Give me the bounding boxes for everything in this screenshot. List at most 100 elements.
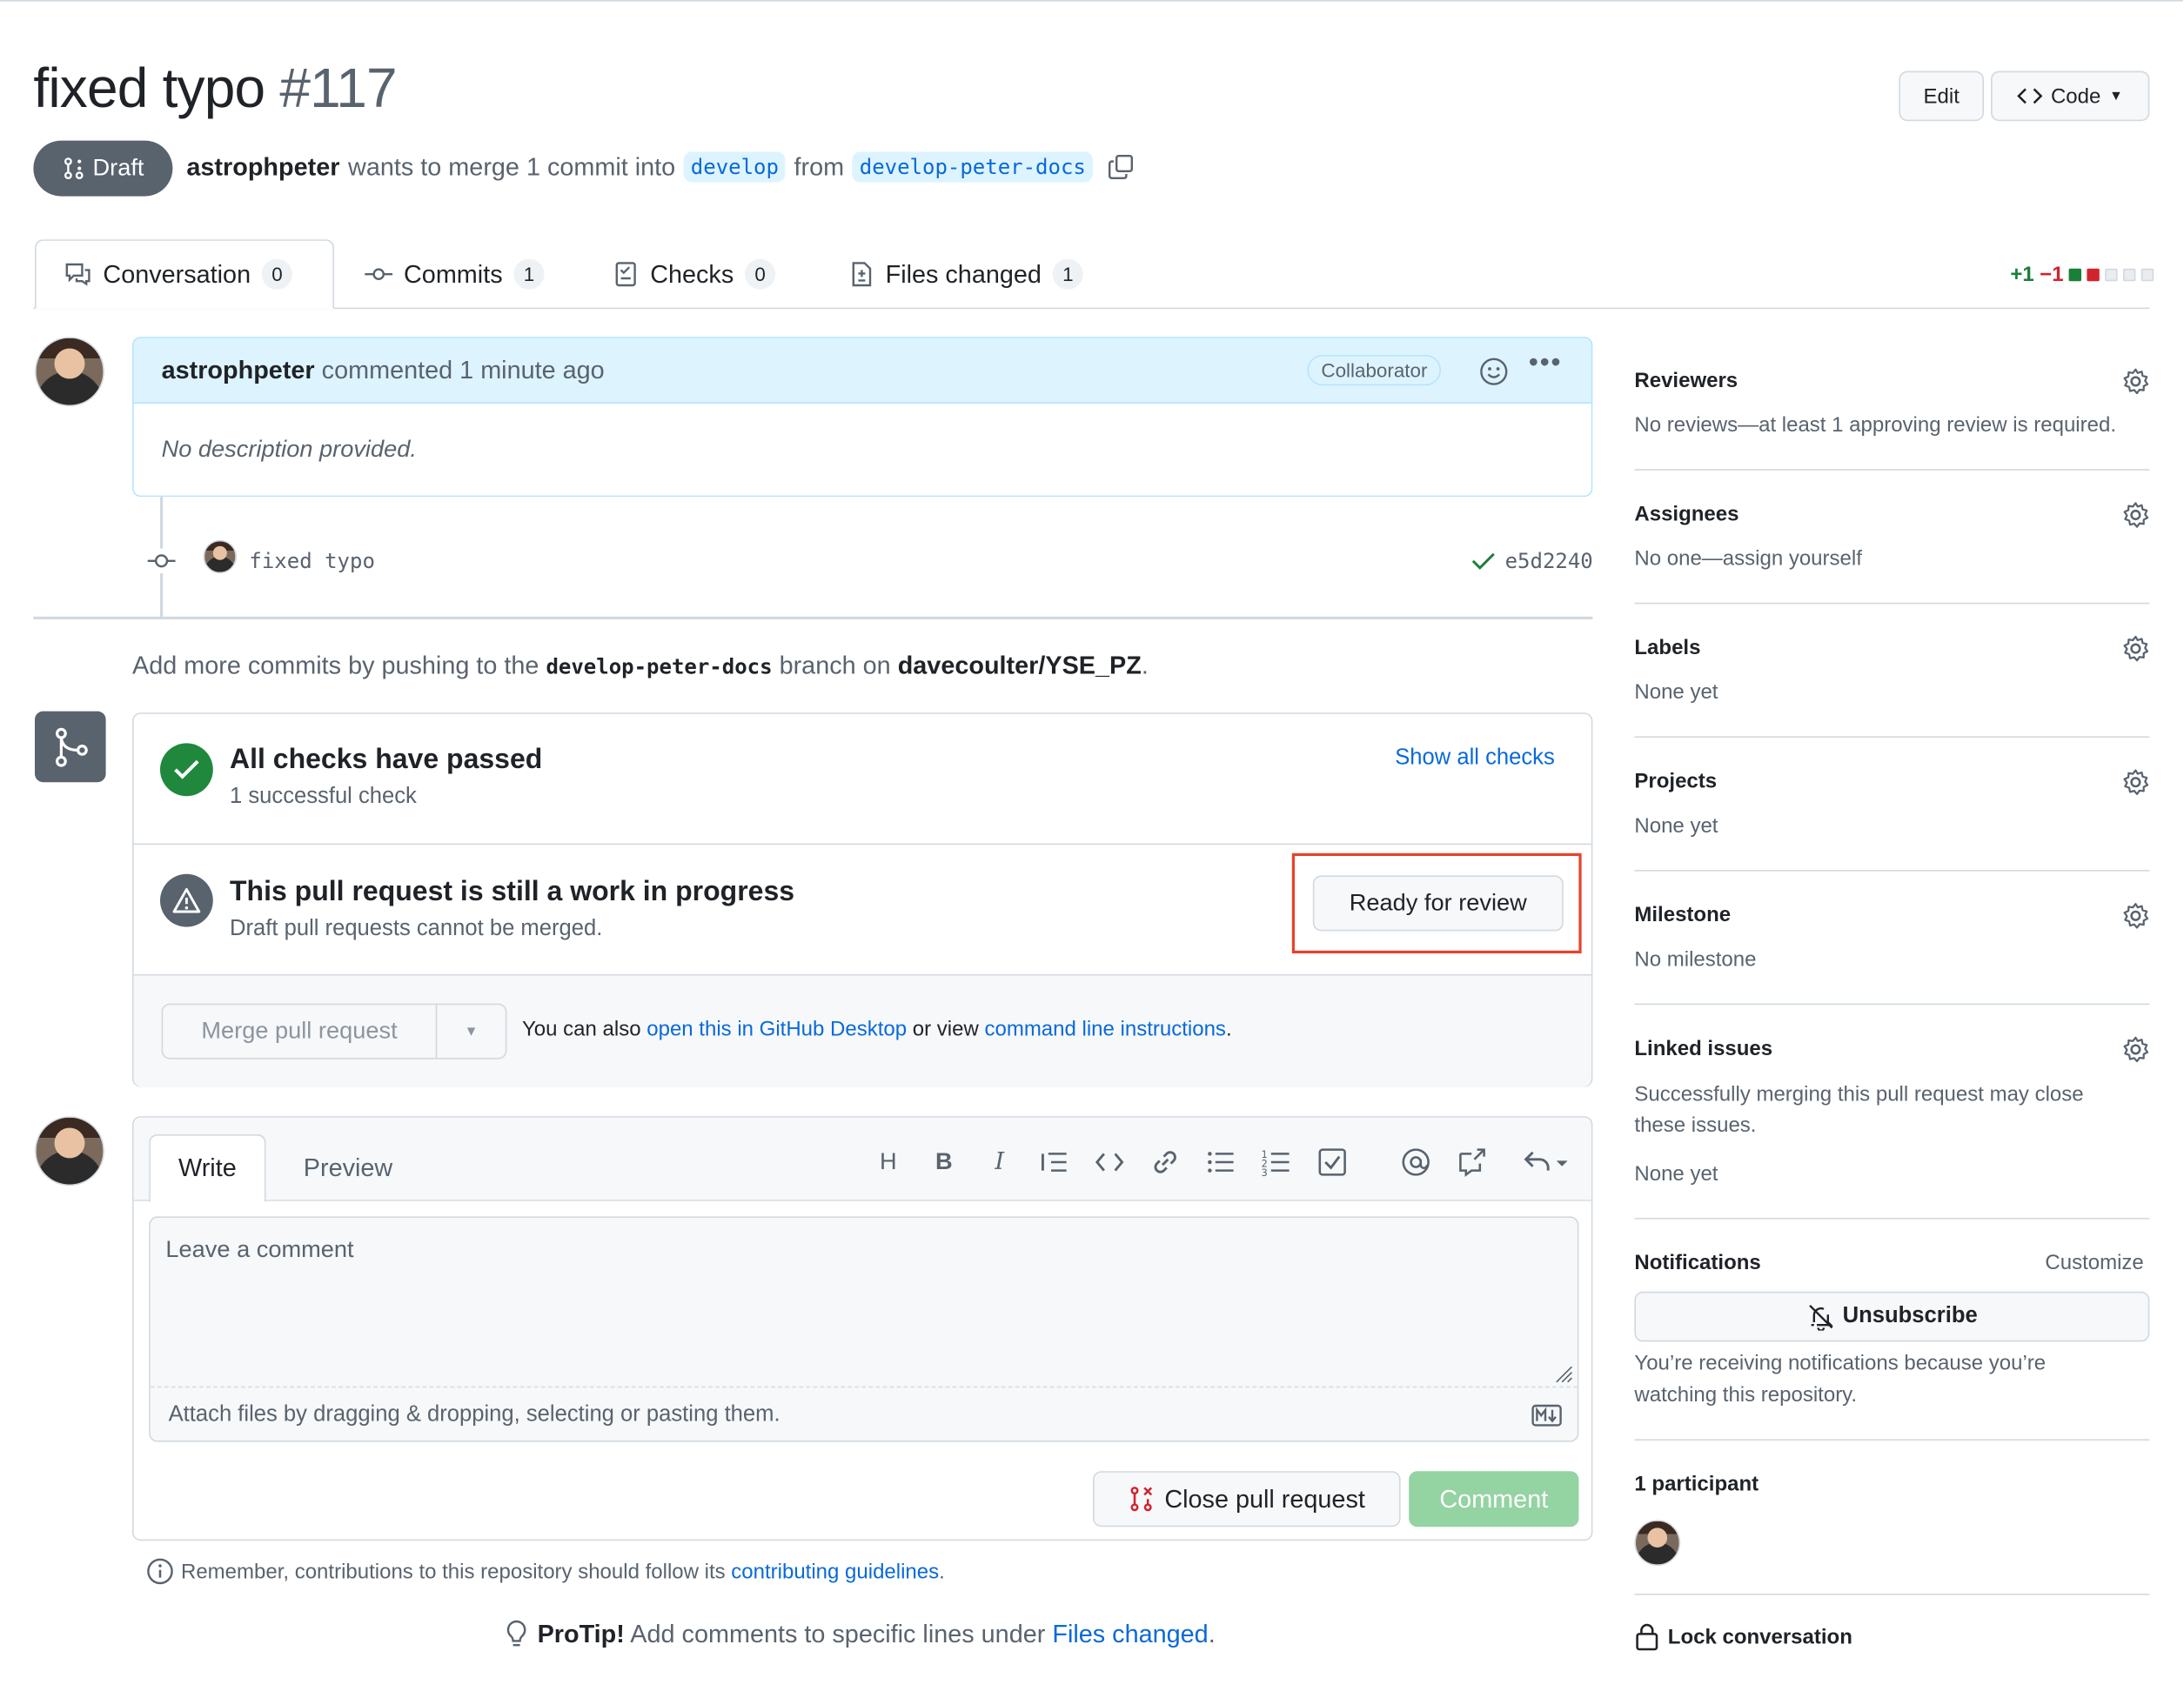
github-desktop-link[interactable]: open this in GitHub Desktop — [646, 1018, 907, 1041]
diffstat-square — [2087, 268, 2100, 282]
merge-options-dropdown[interactable]: ▼ — [435, 1003, 507, 1060]
comment-meta: astrophpeter commented 1 minute ago — [162, 357, 605, 386]
projects-title: Projects — [1634, 769, 1718, 793]
comment-time[interactable]: 1 minute ago — [459, 357, 605, 384]
customize-link[interactable]: Customize — [2045, 1251, 2143, 1274]
tab-write[interactable]: Write — [149, 1134, 266, 1203]
gear-icon[interactable] — [2121, 501, 2149, 529]
head-branch[interactable]: develop-peter-docs — [852, 151, 1093, 183]
comment-button[interactable]: Comment — [1409, 1471, 1579, 1528]
gear-icon[interactable] — [2121, 1035, 2149, 1063]
markdown-icon[interactable] — [1531, 1404, 1562, 1427]
push-hint-repo[interactable]: davecoulter/YSE_PZ — [898, 652, 1142, 679]
sidebar-divider — [1634, 1594, 2150, 1595]
push-hint: Add more commits by pushing to the devel… — [132, 652, 1149, 681]
tab-preview[interactable]: Preview — [273, 1134, 424, 1202]
code-label: Code — [2050, 84, 2101, 108]
merge-pull-request-button[interactable]: Merge pull request — [161, 1003, 438, 1060]
unordered-list-icon[interactable] — [1206, 1148, 1236, 1176]
code-icon[interactable] — [1095, 1148, 1125, 1176]
sidebar-divider — [1634, 469, 2150, 471]
reply-icon[interactable] — [1523, 1148, 1573, 1176]
cross-reference-icon[interactable] — [1457, 1146, 1487, 1177]
deletions-count: −1 — [2040, 263, 2064, 287]
unsubscribe-button[interactable]: Unsubscribe — [1634, 1291, 2150, 1342]
mention-icon[interactable] — [1401, 1146, 1431, 1177]
code-button[interactable]: Code ▼ — [1991, 70, 2150, 122]
lock-icon — [1636, 1623, 1658, 1651]
diffstat-square — [2141, 268, 2154, 282]
heading-icon[interactable]: H — [872, 1146, 905, 1179]
gear-icon[interactable] — [2121, 768, 2149, 796]
comment-input[interactable]: Leave a comment — [150, 1218, 1578, 1388]
tab-label: Conversation — [103, 259, 251, 288]
wip-subtitle: Draft pull requests cannot be merged. — [230, 917, 603, 941]
contributing-reminder: Remember, contributions to this reposito… — [146, 1557, 945, 1585]
diffstat-square — [2105, 268, 2118, 282]
smiley-icon[interactable] — [1478, 357, 1509, 387]
ordered-list-icon[interactable]: 123 — [1262, 1148, 1292, 1176]
tab-conversation[interactable]: Conversation 0 — [35, 239, 334, 310]
edit-label: Edit — [1923, 84, 1960, 108]
comment-editor: Write Preview H B I 123 Leave a comment … — [132, 1116, 1593, 1541]
merge-also-text: You can also — [522, 1017, 641, 1041]
merge-text: wants to merge 1 commit into — [348, 152, 676, 181]
draft-label: Draft — [92, 154, 144, 181]
unsubscribe-label: Unsubscribe — [1842, 1304, 1978, 1328]
files-changed-link[interactable]: Files changed — [1052, 1620, 1208, 1648]
participant-avatar[interactable] — [1634, 1520, 1681, 1566]
page-title: fixed typo #117 — [33, 58, 397, 121]
comment-header: astrophpeter commented 1 minute ago Coll… — [132, 337, 1593, 404]
gear-icon[interactable] — [2121, 635, 2149, 663]
attach-files-text[interactable]: Attach files by dragging & dropping, sel… — [169, 1403, 780, 1428]
alert-icon — [160, 873, 213, 927]
avatar[interactable] — [35, 1116, 104, 1187]
notification-reason: You’re receiving notifications because y… — [1634, 1351, 2047, 1375]
tab-files-changed[interactable]: Files changed 1 — [849, 239, 1083, 309]
pr-number: #117 — [279, 58, 397, 120]
protip-text: Add comments to specific lines under — [630, 1619, 1046, 1648]
commit-message[interactable]: fixed typo — [249, 548, 375, 573]
comment-action: commented — [321, 356, 453, 384]
push-hint-branch: develop-peter-docs — [546, 654, 773, 679]
show-all-checks-link[interactable]: Show all checks — [1395, 746, 1555, 772]
copy-icon[interactable] — [1107, 153, 1135, 181]
kebab-horizontal-icon[interactable]: ••• — [1529, 348, 1562, 380]
projects-text: None yet — [1634, 814, 1718, 839]
tabs-border — [33, 307, 2150, 310]
command-line-link[interactable]: command line instructions — [984, 1018, 1225, 1041]
author-link[interactable]: astrophpeter — [186, 152, 339, 182]
base-branch[interactable]: develop — [683, 151, 786, 183]
comment-textarea[interactable]: Leave a comment Attach files by dragging… — [149, 1216, 1579, 1442]
merge-button-label: Merge pull request — [201, 1017, 398, 1044]
ready-for-review-button[interactable]: Ready for review — [1312, 875, 1564, 932]
merge-box: All checks have passed 1 successful chec… — [132, 712, 1593, 1087]
assignees-text[interactable]: No one—assign yourself — [1634, 547, 1861, 571]
link-icon[interactable] — [1150, 1148, 1181, 1176]
sidebar-divider — [1634, 1439, 2150, 1441]
commit-sha[interactable]: e5d2240 — [1505, 548, 1593, 573]
sidebar-divider — [1634, 736, 2150, 738]
avatar[interactable] — [203, 539, 237, 574]
close-pull-request-button[interactable]: Close pull request — [1093, 1471, 1401, 1528]
notifications-title: Notifications — [1634, 1251, 1761, 1275]
avatar[interactable] — [35, 337, 104, 407]
comment-author[interactable]: astrophpeter — [162, 357, 315, 384]
gear-icon[interactable] — [2121, 902, 2149, 930]
quote-icon[interactable] — [1039, 1148, 1069, 1176]
tasklist-icon[interactable] — [1317, 1146, 1348, 1177]
sidebar-divider — [1634, 870, 2150, 872]
collaborator-badge: Collaborator — [1307, 355, 1442, 386]
contributing-guidelines-link[interactable]: contributing guidelines — [731, 1560, 939, 1583]
bold-icon[interactable]: B — [928, 1146, 961, 1179]
italic-icon[interactable]: I — [983, 1146, 1016, 1179]
tab-commits[interactable]: Commits 1 — [365, 239, 545, 309]
gear-icon[interactable] — [2121, 367, 2149, 395]
tab-checks[interactable]: Checks 0 — [614, 239, 776, 309]
lock-conversation-link[interactable]: Lock conversation — [1634, 1623, 1852, 1651]
resize-handle-icon[interactable] — [1554, 1364, 1573, 1383]
caret-down-icon: ▼ — [2108, 88, 2123, 104]
edit-button[interactable]: Edit — [1899, 70, 1984, 122]
sidebar-divider — [1634, 1003, 2150, 1006]
remember-text: Remember, contributions to this reposito… — [181, 1559, 726, 1583]
